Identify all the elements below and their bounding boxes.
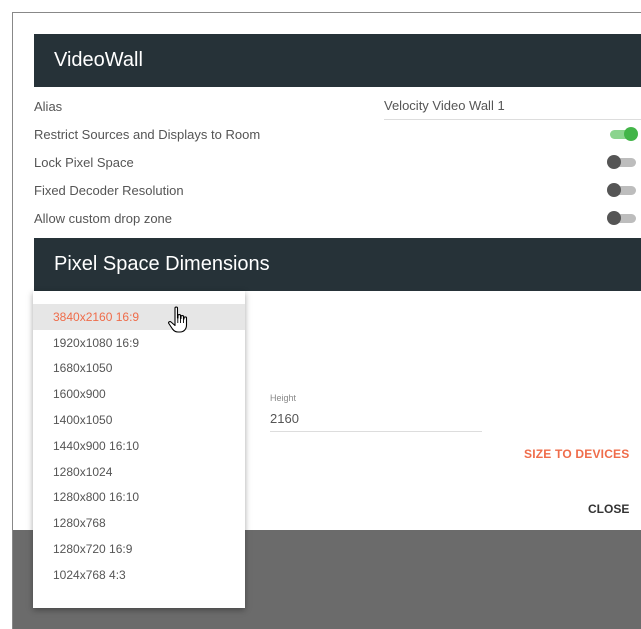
fixed-decoder-label: Fixed Decoder Resolution [34, 182, 184, 198]
dropdown-option[interactable]: 1280x720 16:9 [33, 536, 245, 562]
lock-pixel-space-row: Lock Pixel Space [34, 148, 641, 176]
restrict-sources-row: Restrict Sources and Displays to Room [34, 120, 641, 148]
custom-drop-zone-row: Allow custom drop zone [34, 204, 641, 232]
toggle-knob [607, 211, 621, 225]
videowall-title: VideoWall [54, 49, 143, 71]
dropdown-option[interactable]: 3840x2160 16:9 [33, 304, 245, 330]
fixed-decoder-toggle[interactable] [607, 183, 636, 197]
height-input[interactable]: 2160 [270, 409, 482, 432]
toggle-knob [607, 155, 621, 169]
custom-drop-zone-toggle[interactable] [607, 211, 636, 225]
toggle-knob [607, 183, 621, 197]
dropdown-option[interactable]: 1440x900 16:10 [33, 433, 245, 459]
dropdown-option[interactable]: 1024x768 4:3 [33, 562, 245, 588]
dropdown-option[interactable]: 1400x1050 [33, 407, 245, 433]
pixel-space-title: Pixel Space Dimensions [54, 253, 270, 275]
toggle-knob [624, 127, 638, 141]
pixel-space-header: Pixel Space Dimensions [34, 238, 641, 291]
restrict-sources-toggle[interactable] [608, 127, 638, 141]
lock-pixel-space-label: Lock Pixel Space [34, 154, 134, 170]
height-label: Height [270, 393, 297, 403]
dropdown-option[interactable]: 1280x768 [33, 510, 245, 536]
close-button[interactable]: CLOSE [588, 502, 629, 516]
dropdown-option[interactable]: 1280x800 16:10 [33, 485, 245, 511]
size-to-devices-button[interactable]: SIZE TO DEVICES [524, 447, 629, 461]
alias-input[interactable]: Velocity Video Wall 1 [384, 92, 641, 120]
hand-pointer-icon [168, 306, 188, 333]
dropdown-option[interactable]: 1680x1050 [33, 356, 245, 382]
dropdown-option[interactable]: 1280x1024 [33, 459, 245, 485]
fixed-decoder-row: Fixed Decoder Resolution [34, 176, 641, 204]
dropdown-option[interactable]: 1600x900 [33, 381, 245, 407]
lock-pixel-space-toggle[interactable] [607, 155, 636, 169]
alias-row: Alias Velocity Video Wall 1 [34, 92, 641, 120]
restrict-sources-label: Restrict Sources and Displays to Room [34, 126, 261, 142]
alias-label: Alias [34, 98, 63, 114]
custom-drop-zone-label: Allow custom drop zone [34, 210, 173, 226]
dropdown-option[interactable]: 1920x1080 16:9 [33, 330, 245, 356]
videowall-dialog: VideoWall Alias Velocity Video Wall 1 Re… [13, 13, 641, 608]
app-frame: VideoWall Alias Velocity Video Wall 1 Re… [12, 12, 641, 629]
videowall-header: VideoWall [34, 34, 641, 87]
resolution-dropdown-menu: 3840x2160 16:9 1920x1080 16:9 1680x1050 … [33, 291, 245, 608]
